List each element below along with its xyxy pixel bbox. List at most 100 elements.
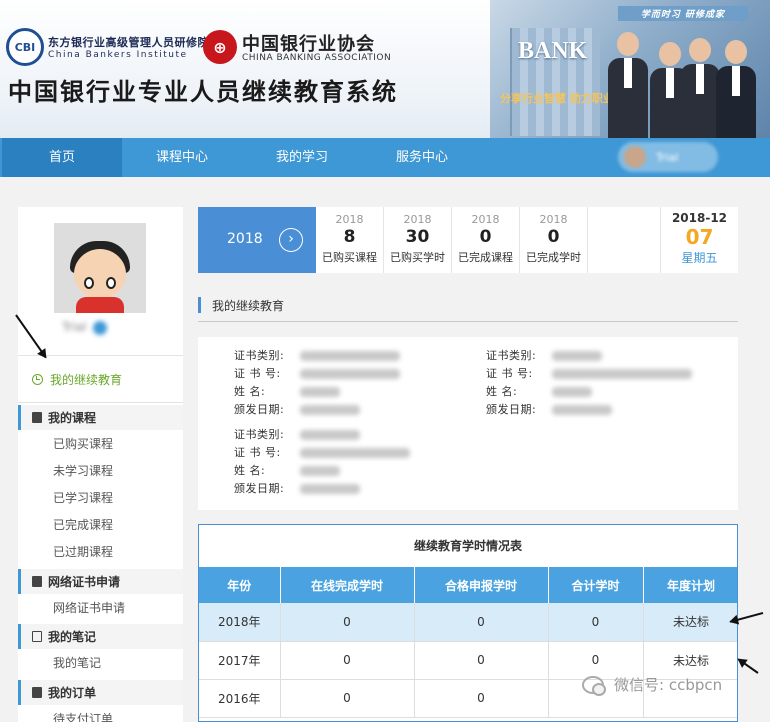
sidebar-group-label: 我的课程 bbox=[48, 411, 97, 425]
sidebar-group-notes[interactable]: 我的笔记 bbox=[18, 624, 183, 649]
stat-purchased-hours: 2018 30 已购买学时 bbox=[384, 207, 452, 273]
cert-label: 证书类别: bbox=[234, 349, 285, 362]
table-cell: 2018年 bbox=[199, 603, 281, 642]
stat-value: 30 bbox=[405, 227, 430, 247]
cert-label: 证 书 号: bbox=[486, 367, 533, 380]
edit-icon bbox=[32, 631, 42, 642]
nav-service-center[interactable]: 服务中心 bbox=[362, 138, 482, 177]
table-cell: 0 bbox=[548, 603, 644, 642]
table-cell: 0 bbox=[414, 641, 549, 680]
cert-value-redacted bbox=[300, 405, 360, 415]
sidebar-group-my-courses[interactable]: 我的课程 bbox=[18, 405, 183, 430]
nav-home[interactable]: 首页 bbox=[2, 138, 122, 177]
cert-value-redacted bbox=[552, 405, 612, 415]
col-header-annual-plan: 年度计划 bbox=[643, 567, 737, 603]
table-title: 继续教育学时情况表 bbox=[413, 539, 522, 553]
title-accent bbox=[198, 297, 201, 313]
stat-completed-hours: 2018 0 已完成学时 bbox=[520, 207, 588, 273]
sidebar-item-unstudied-courses[interactable]: 未学习课程 bbox=[18, 458, 183, 485]
current-date: 2018-12 07 星期五 bbox=[660, 207, 738, 273]
cert-field-number: 证 书 号: bbox=[234, 365, 400, 383]
cert-field-name: 姓 名: bbox=[234, 383, 340, 401]
sidebar-group-label: 我的笔记 bbox=[48, 630, 97, 644]
divider bbox=[18, 402, 183, 403]
association-name-en: CHINA BANKING ASSOCIATION bbox=[242, 53, 392, 63]
nav-my-study[interactable]: 我的学习 bbox=[242, 138, 362, 177]
stat-year: 2018 bbox=[403, 213, 432, 226]
nav-user-avatar bbox=[624, 146, 646, 168]
banner-bank-word: BANK bbox=[518, 38, 588, 64]
wechat-watermark: 微信号: ccbpcn bbox=[582, 674, 723, 696]
cart-icon bbox=[32, 687, 42, 698]
sidebar-group-certificate[interactable]: 网络证书申请 bbox=[18, 569, 183, 594]
stat-label: 已购买学时 bbox=[390, 251, 445, 264]
sidebar-item-studied-courses[interactable]: 已学习课程 bbox=[18, 485, 183, 512]
selected-year: 2018 bbox=[227, 231, 263, 247]
chevron-right-icon[interactable]: › bbox=[279, 228, 303, 252]
certificate-panel: 证书类别: 证 书 号: 姓 名: 颁发日期: 证书类别: 证 书 号: 姓 名… bbox=[198, 337, 738, 510]
cert-field-number: 证 书 号: bbox=[486, 365, 692, 383]
nav-user-menu[interactable]: Trial bbox=[618, 142, 718, 172]
cert-field-type: 证书类别: bbox=[234, 426, 360, 444]
sidebar: Trial 我的继续教育 我的课程 已购买课程 未学习课程 已学习课程 已完成课… bbox=[18, 207, 183, 722]
table-row[interactable]: 2018年 0 0 0 未达标 bbox=[199, 603, 737, 642]
sidebar-item-certificate-apply[interactable]: 网络证书申请 bbox=[18, 595, 183, 622]
cert-label: 证书类别: bbox=[234, 428, 285, 441]
avatar bbox=[54, 223, 146, 313]
stats-bar: 2018 › 2018 8 已购买课程 2018 30 已购买学时 2018 0… bbox=[198, 207, 738, 273]
cba-logo-icon: ⊕ bbox=[203, 30, 237, 64]
col-header-qualified-hours: 合格申报学时 bbox=[414, 567, 549, 603]
col-header-total-hours: 合计学时 bbox=[548, 567, 644, 603]
cert-value-redacted bbox=[552, 369, 692, 379]
stat-label: 已购买课程 bbox=[322, 251, 377, 264]
cert-label: 颁发日期: bbox=[486, 403, 537, 416]
watermark-text: 微信号: ccbpcn bbox=[614, 676, 723, 694]
cert-label: 姓 名: bbox=[234, 385, 266, 398]
sidebar-item-label: 我的继续教育 bbox=[50, 372, 123, 387]
stat-label: 已完成课程 bbox=[458, 251, 513, 264]
cert-field-number: 证 书 号: bbox=[234, 444, 410, 462]
col-header-year: 年份 bbox=[199, 567, 281, 603]
cert-field-name: 姓 名: bbox=[234, 462, 340, 480]
sidebar-user-name: Trial bbox=[62, 320, 142, 336]
stat-purchased-courses: 2018 8 已购买课程 bbox=[316, 207, 384, 273]
banner-person bbox=[716, 40, 756, 138]
institute-name-en: China Bankers Institute bbox=[48, 50, 188, 60]
sidebar-item-my-notes[interactable]: 我的笔记 bbox=[18, 650, 183, 677]
sidebar-group-orders[interactable]: 我的订单 bbox=[18, 680, 183, 705]
table-cell: 0 bbox=[280, 641, 415, 680]
sidebar-group-label: 我的订单 bbox=[48, 686, 97, 700]
section-title: 我的继续教育 bbox=[198, 292, 738, 322]
cert-label: 颁发日期: bbox=[234, 403, 285, 416]
system-title: 中国银行业专业人员继续教育系统 bbox=[8, 77, 398, 106]
sidebar-item-continuing-education[interactable]: 我的继续教育 bbox=[18, 359, 183, 399]
cert-label: 姓 名: bbox=[234, 464, 266, 477]
cert-field-date: 颁发日期: bbox=[234, 401, 360, 419]
date-weekday: 星期五 bbox=[681, 251, 718, 265]
cert-value-redacted bbox=[300, 430, 360, 440]
year-selector[interactable]: 2018 › bbox=[198, 207, 316, 273]
main-nav: 首页 课程中心 我的学习 服务中心 Trial bbox=[0, 138, 770, 177]
cert-label: 颁发日期: bbox=[234, 482, 285, 495]
cert-value-redacted bbox=[552, 387, 592, 397]
cert-value-redacted bbox=[300, 466, 340, 476]
book-icon bbox=[32, 412, 42, 423]
banner-person bbox=[608, 32, 648, 138]
table-cell: 0 bbox=[414, 679, 549, 718]
certificate-icon bbox=[32, 576, 42, 587]
nav-course-center[interactable]: 课程中心 bbox=[122, 138, 242, 177]
section-title-text: 我的继续教育 bbox=[212, 299, 285, 313]
sidebar-item-expired-courses[interactable]: 已过期课程 bbox=[18, 539, 183, 566]
sidebar-item-completed-courses[interactable]: 已完成课程 bbox=[18, 512, 183, 539]
sidebar-group-label: 网络证书申请 bbox=[48, 575, 121, 589]
cert-label: 证书类别: bbox=[486, 349, 537, 362]
stat-year: 2018 bbox=[539, 213, 568, 226]
sidebar-item-purchased-courses[interactable]: 已购买课程 bbox=[18, 431, 183, 458]
stat-year: 2018 bbox=[471, 213, 500, 226]
cert-label: 证 书 号: bbox=[234, 367, 281, 380]
sidebar-item-pending-orders[interactable]: 待支付订单 bbox=[18, 706, 183, 722]
wechat-icon bbox=[582, 675, 606, 696]
cert-field-date: 颁发日期: bbox=[486, 401, 612, 419]
table-header-row: 年份 在线完成学时 合格申报学时 合计学时 年度计划 bbox=[199, 567, 737, 603]
date-year-month: 2018-12 bbox=[671, 211, 728, 225]
